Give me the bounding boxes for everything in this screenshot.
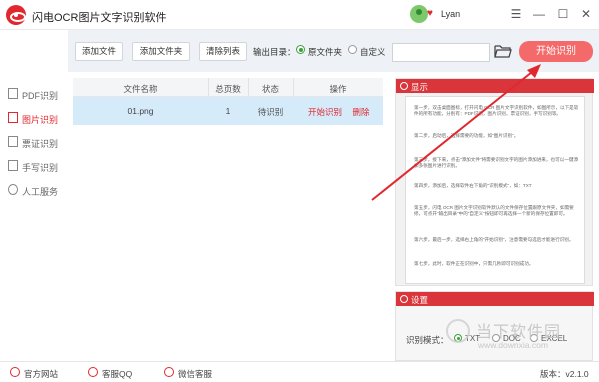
start-recognize-button[interactable]: 开始识别 (519, 41, 593, 62)
wechat-icon (164, 367, 174, 377)
col-header-status: 状态 (261, 84, 279, 94)
bottom-bar: 官方网站 客服QQ 微信客服 版本：v2.1.0 (0, 361, 599, 382)
watermark-text: 当下软件园 (476, 324, 562, 341)
sidebar-item-label: 票证识别 (22, 139, 59, 149)
sidebar-item-handwrite[interactable]: 手写识别 (8, 158, 66, 174)
doc-paragraph: 第一步，双击桌面图标，打开闪电 OCR 图片文字识别软件，如图所示，以下是软件的… (414, 105, 579, 116)
output-dir-label: 输出目录： (253, 47, 296, 57)
sidebar-item-label: 人工服务 (22, 187, 59, 197)
clear-list-button[interactable]: 清除列表 (199, 42, 247, 61)
cell-pages: 1 (225, 106, 231, 116)
close-icon[interactable]: ✕ (575, 3, 597, 25)
sidebar-item-label: PDF识别 (22, 91, 59, 101)
preview-header: 显示 (396, 79, 594, 93)
doc-paragraph: 第三步，接下来，点击"添加文件"将需要识别文字的图片添加进来，也可以一键添加多张… (414, 157, 579, 168)
wechat-service-link[interactable]: 微信客服 (178, 368, 212, 380)
doc-paragraph: 第七步，此时，软件正在识别中，只需几秒即可识别成功。 (414, 261, 534, 266)
user-avatar[interactable] (410, 5, 428, 23)
image-icon (8, 112, 18, 123)
row-start-button[interactable]: 开始识别 (307, 106, 343, 118)
qq-icon (88, 367, 98, 377)
cell-status: 待识别 (257, 107, 284, 117)
card-icon (8, 136, 18, 147)
col-header-action: 操作 (329, 84, 347, 94)
add-file-button[interactable]: 添加文件 (75, 42, 123, 61)
app-logo-icon (6, 5, 26, 25)
col-header-name: 文件名称 (123, 84, 158, 94)
watermark-url: www.downxia.com (478, 340, 548, 350)
pdf-icon (8, 88, 18, 99)
doc-paragraph: 第五步，闪电 OCR 图片文字识别软件默认的文件保存位置跟原文件夹，如需要修，可… (414, 205, 574, 216)
preview-title: 显示 (411, 82, 429, 92)
preview-document[interactable]: 第一步，双击桌面图标，打开闪电 OCR 图片文字识别软件，如图所示，以下是软件的… (405, 96, 585, 284)
version-text: 版本：v2.1.0 (540, 369, 589, 379)
table-header: 文件名称 总页数 状态 操作 (73, 78, 383, 97)
sidebar-item-image[interactable]: 图片识别 (8, 110, 66, 126)
heart-icon: ♥ (427, 8, 433, 19)
doc-paragraph: 第六步，最后一步，选择右上角的"开始识别"，注意需要勾选后才能进行识别。 (414, 237, 574, 242)
cell-file-name: 01.png (127, 106, 154, 116)
user-name[interactable]: Lyan (441, 9, 460, 19)
smile-icon (8, 184, 18, 195)
sidebar-item-label: 手写识别 (22, 163, 59, 173)
handwrite-icon (8, 160, 18, 171)
app-title: 闪电OCR图片文字识别软件 (32, 12, 167, 24)
add-folder-button[interactable]: 添加文件夹 (132, 42, 190, 61)
sidebar-item-label: 图片识别 (22, 115, 59, 125)
website-link[interactable]: 官方网站 (24, 368, 58, 380)
preview-panel: 显示 第一步，双击桌面图标，打开闪电 OCR 图片文字识别软件，如图所示，以下是… (395, 78, 594, 286)
minimize-icon[interactable]: — (528, 3, 550, 25)
table-row[interactable]: 01.png 1 待识别 开始识别 删除 (73, 97, 383, 125)
row-delete-button[interactable]: 删除 (351, 106, 371, 118)
eye-icon (400, 82, 408, 90)
menu-icon[interactable]: ☰ (505, 3, 527, 25)
recognize-mode-label: 识别模式： (406, 335, 449, 345)
doc-paragraph: 第二步，启动后，选择需要的功能，如"图片识别"。 (414, 133, 519, 138)
radio-original-folder[interactable] (296, 45, 305, 54)
watermark-logo-icon (446, 319, 470, 343)
radio-custom[interactable] (348, 45, 357, 54)
col-header-pages: 总页数 (215, 84, 241, 94)
sidebar-item-pdf[interactable]: PDF识别 (8, 86, 66, 102)
sidebar-item-service[interactable]: 人工服务 (8, 182, 66, 198)
doc-paragraph: 第四步，添加后，选择软件右下角的"识别模式"，如：TXT (414, 183, 532, 188)
radio-label-original: 原文件夹 (308, 47, 343, 57)
sidebar-item-card[interactable]: 票证识别 (8, 134, 66, 150)
qq-service-link[interactable]: 客服QQ (102, 368, 132, 380)
settings-title: 设置 (411, 295, 429, 305)
sidebar: PDF识别 图片识别 票证识别 手写识别 人工服务 (0, 30, 68, 360)
folder-open-icon[interactable] (494, 44, 512, 58)
maximize-icon[interactable]: ☐ (552, 3, 574, 25)
title-bar: 闪电OCR图片文字识别软件 ♥ Lyan ☰ — ☐ ✕ (0, 0, 599, 30)
monitor-icon (10, 367, 20, 377)
output-path-input[interactable] (392, 43, 490, 62)
toolbar: 添加文件 添加文件夹 清除列表 输出目录： 原文件夹 自定义 开始识别 (68, 30, 599, 72)
gear-icon (400, 295, 408, 303)
settings-header: 设置 (396, 292, 594, 306)
radio-label-custom: 自定义 (360, 47, 386, 57)
